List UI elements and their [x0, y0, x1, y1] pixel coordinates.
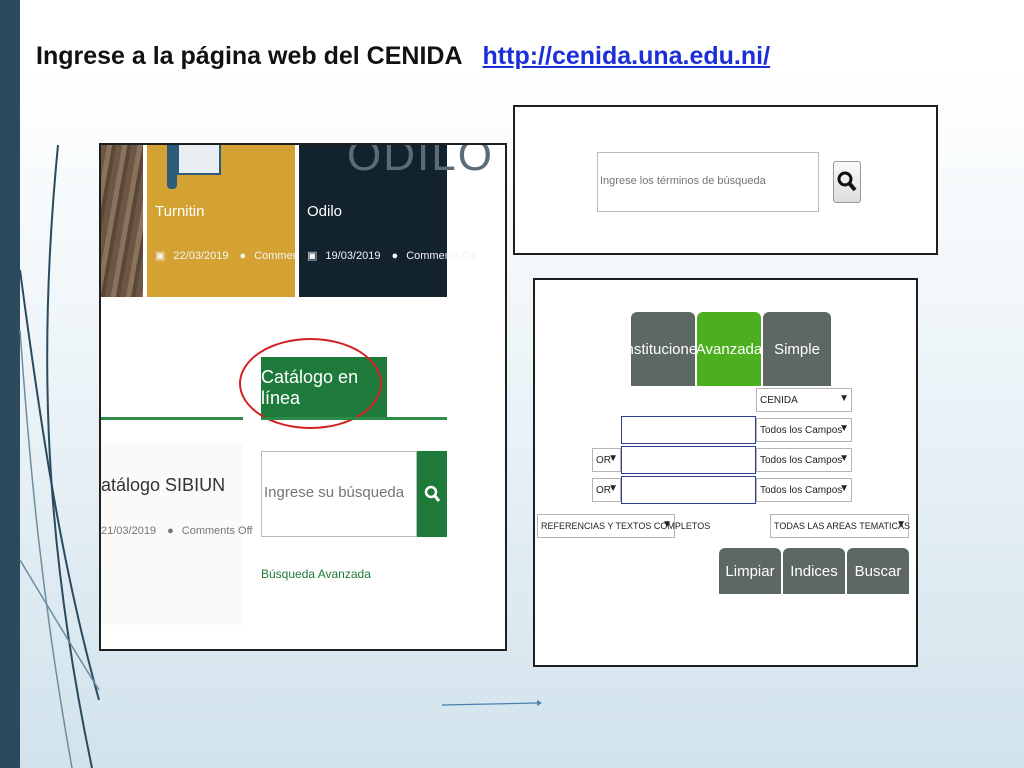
- arrow-connector: [442, 700, 542, 706]
- search-terms-input[interactable]: [598, 153, 814, 209]
- dropdown-arrow-icon: ▼: [608, 483, 618, 494]
- indices-button[interactable]: Indices: [783, 548, 845, 594]
- sibiun-title: atálogo SIBIUN: [101, 475, 226, 495]
- card-date: 22/03/2019: [173, 250, 229, 262]
- catalog-search-button[interactable]: [417, 451, 447, 537]
- tab-instituciones[interactable]: Instituciones: [621, 312, 705, 386]
- field-select-2[interactable]: Todos los Campos ▼: [756, 448, 852, 472]
- field-select-value: Todos los Campos: [760, 454, 843, 466]
- card-title: Turnitin: [155, 203, 205, 220]
- person-illustration: [167, 145, 177, 189]
- search-box: [597, 152, 819, 212]
- subject-area-select[interactable]: TODAS LAS AREAS TEMATICAS ▼: [770, 514, 911, 538]
- top-notch: [663, 107, 727, 109]
- document-type-value: REFERENCIAS Y TEXTOS COMPLETOS: [541, 521, 711, 531]
- search-submit-button[interactable]: Buscar: [847, 548, 909, 594]
- field-select-value: Todos los Campos: [760, 484, 843, 496]
- field-select-3[interactable]: Todos los Campos ▼: [756, 478, 852, 502]
- dropdown-arrow-icon: ▼: [662, 519, 672, 530]
- search-field-1[interactable]: [621, 416, 756, 444]
- comment-icon: ●: [239, 250, 247, 262]
- decorative-curves: [19, 144, 100, 768]
- search-screenshot: [513, 105, 938, 255]
- dropdown-arrow-icon: ▼: [839, 393, 849, 404]
- divider: [101, 417, 243, 420]
- document-type-select[interactable]: REFERENCIAS Y TEXTOS COMPLETOS ▼: [537, 514, 710, 538]
- dropdown-arrow-icon: ▼: [896, 519, 906, 530]
- website-screenshot: Turnitin ▣ 22/03/2019 ● Comments Off ODILO…: [99, 143, 507, 651]
- card-date: 19/03/2019: [325, 250, 381, 262]
- turnitin-card[interactable]: Turnitin ▣ 22/03/2019 ● Comments Off: [147, 145, 325, 297]
- sibiun-meta: 21/03/2019 ● Comments Off: [101, 525, 261, 537]
- catalog-search-input[interactable]: [262, 452, 414, 532]
- advanced-search-screenshot: Instituciones Avanzada Simple CENIDA ▼ To…: [533, 278, 918, 667]
- operator-select-2[interactable]: OR ▼: [592, 478, 621, 502]
- subject-area-value: TODAS LAS AREAS TEMATICAS: [774, 521, 911, 531]
- divider: [261, 417, 447, 420]
- slide-title: Ingrese a la página web del CENIDA http:…: [36, 42, 770, 71]
- dropdown-arrow-icon: ▼: [608, 453, 618, 464]
- sibiun-comments: Comments Off: [181, 525, 253, 537]
- tab-simple[interactable]: Simple: [763, 312, 831, 386]
- dropdown-arrow-icon: ▼: [839, 423, 849, 434]
- dropdown-arrow-icon: ▼: [839, 483, 849, 494]
- slide-title-text: Ingrese a la página web del CENIDA: [36, 42, 462, 70]
- highlight-circle: [239, 338, 382, 429]
- tab-avanzada[interactable]: Avanzada: [696, 312, 762, 386]
- search-field-2[interactable]: [621, 446, 756, 474]
- calendar-icon: ▣: [155, 250, 166, 262]
- wood-image: [101, 145, 143, 297]
- cenida-url-link[interactable]: http://cenida.una.edu.ni/: [483, 42, 771, 70]
- catalog-search-box: [261, 451, 417, 537]
- search-icon: [424, 485, 440, 502]
- card-meta: ▣ 19/03/2019 ● Comments Off: [307, 249, 485, 262]
- advanced-search-link[interactable]: Búsqueda Avanzada: [261, 567, 371, 581]
- comment-icon: ●: [167, 525, 174, 537]
- laptop-illustration: [177, 145, 221, 175]
- search-field-3[interactable]: [621, 476, 756, 504]
- operator-select-1[interactable]: OR ▼: [592, 448, 621, 472]
- clear-button[interactable]: Limpiar: [719, 548, 781, 594]
- calendar-icon: ▣: [307, 250, 318, 262]
- odilo-logo-text: ODILO: [347, 143, 494, 180]
- institution-select[interactable]: CENIDA ▼: [756, 388, 852, 412]
- institution-select-value: CENIDA: [760, 394, 798, 406]
- card-comments: Comments Off: [406, 250, 477, 262]
- comment-icon: ●: [391, 250, 399, 262]
- search-button[interactable]: [833, 161, 861, 203]
- sibiun-date: 21/03/2019: [101, 525, 157, 537]
- search-icon: [837, 171, 857, 192]
- odilo-card[interactable]: ODILO Odilo ▣ 19/03/2019 ● Comments Off: [299, 145, 492, 297]
- field-select-1[interactable]: Todos los Campos ▼: [756, 418, 852, 442]
- dropdown-arrow-icon: ▼: [839, 453, 849, 464]
- card-title: Odilo: [307, 203, 343, 220]
- field-select-value: Todos los Campos: [760, 424, 843, 436]
